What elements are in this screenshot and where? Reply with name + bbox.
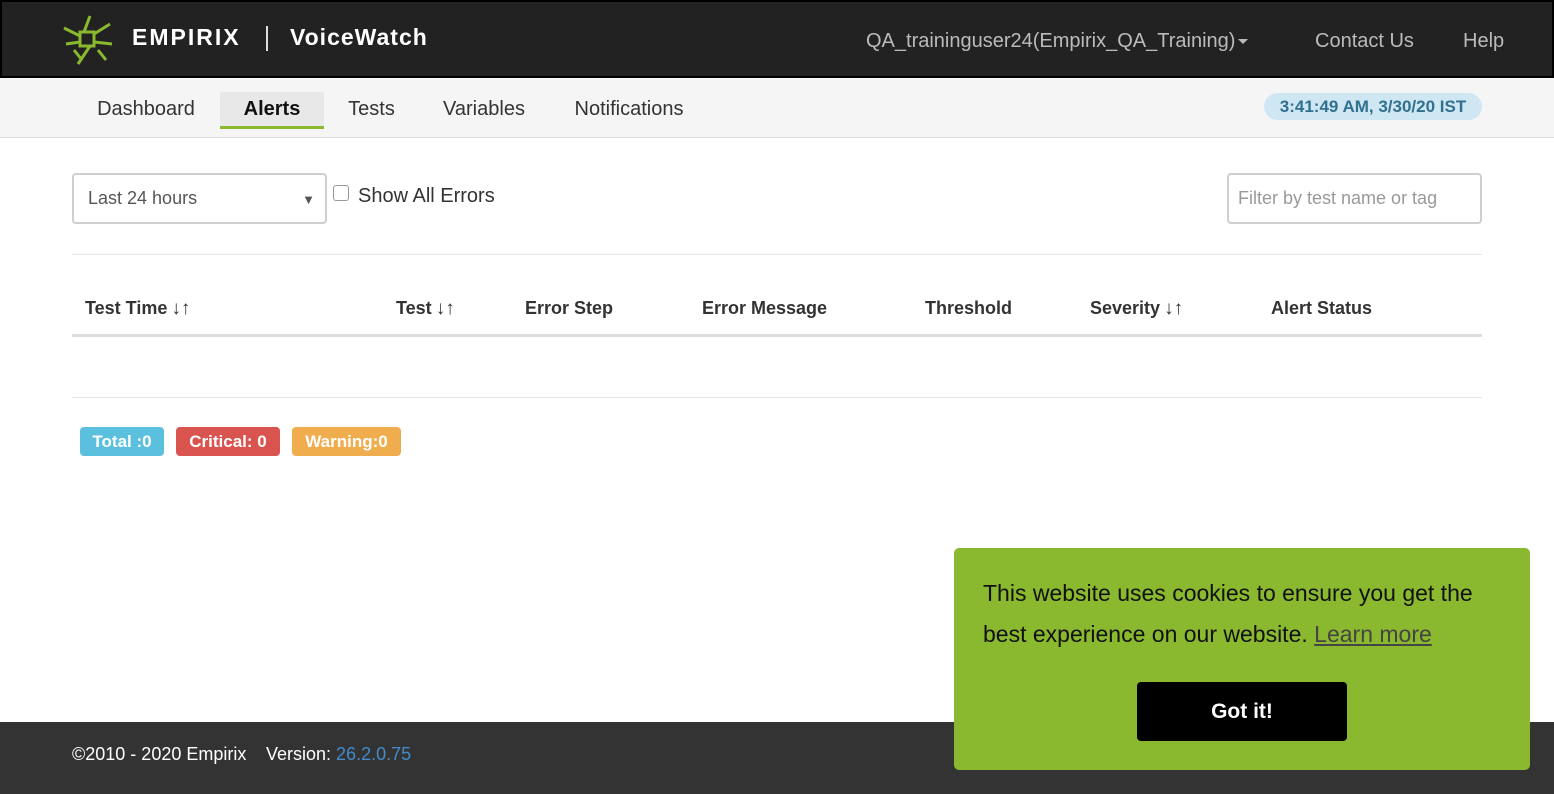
top-header: EMPIRIX VoiceWatch QA_traininguser24(Emp… <box>0 0 1554 78</box>
product-name[interactable]: VoiceWatch <box>290 24 428 51</box>
column-header-test-time[interactable]: Test Time ↓↑ <box>85 298 190 320</box>
version-number: 26.2.0.75 <box>336 744 412 764</box>
total-alerts-badge: Total :0 <box>80 427 164 456</box>
tab-alerts[interactable]: Alerts <box>220 92 324 129</box>
cookie-message: This website uses cookies to ensure you … <box>983 573 1513 655</box>
filter-search-input[interactable] <box>1227 173 1482 224</box>
copyright-text: ©2010 - 2020 Empirix <box>72 744 247 764</box>
column-header-threshold: Threshold <box>925 298 1013 318</box>
tab-dashboard[interactable]: Dashboard <box>83 92 209 129</box>
column-label: Test Time <box>85 298 168 318</box>
column-header-error-step: Error Step <box>525 298 614 318</box>
user-account-label: QA_traininguser24(Empirix_QA_Training) <box>866 30 1236 52</box>
contact-us-link[interactable]: Contact Us <box>1315 30 1414 53</box>
tab-variables[interactable]: Variables <box>430 92 538 129</box>
show-all-errors-label[interactable]: Show All Errors <box>358 185 495 208</box>
warning-alerts-badge: Warning:0 <box>292 427 401 456</box>
column-label: Test <box>396 298 432 318</box>
tab-tests[interactable]: Tests <box>335 92 408 129</box>
sort-icon: ↓↑ <box>171 298 191 319</box>
column-header-severity[interactable]: Severity ↓↑ <box>1090 298 1183 320</box>
caret-down-icon <box>1238 39 1249 45</box>
empirix-logo-icon <box>63 15 113 65</box>
sort-icon: ↓↑ <box>435 298 455 319</box>
cookie-consent-banner: This website uses cookies to ensure you … <box>954 548 1530 770</box>
dropdown-arrow-icon: ▼ <box>302 192 315 207</box>
show-all-errors-checkbox[interactable] <box>333 185 349 201</box>
time-range-select[interactable]: Last 24 hours ▼ <box>72 173 327 224</box>
learn-more-link[interactable]: Learn more <box>1314 621 1432 647</box>
time-range-value: Last 24 hours <box>88 188 198 208</box>
brand-divider <box>266 26 268 51</box>
server-clock-badge: 3:41:49 AM, 3/30/20 IST <box>1264 93 1482 120</box>
critical-alerts-badge: Critical: 0 <box>176 427 280 456</box>
version-label: Version: <box>266 744 337 764</box>
table-header-border <box>72 334 1482 337</box>
column-label: Severity <box>1090 298 1161 318</box>
user-account-dropdown[interactable]: QA_traininguser24(Empirix_QA_Training) <box>866 30 1249 53</box>
table-bottom-border <box>72 397 1482 398</box>
help-link[interactable]: Help <box>1463 30 1504 53</box>
column-header-error-message: Error Message <box>702 298 828 318</box>
column-header-alert-status: Alert Status <box>1271 298 1373 318</box>
version-info: Version: 26.2.0.75 <box>266 744 411 765</box>
sort-icon: ↓↑ <box>1164 298 1184 319</box>
main-nav: Dashboard Alerts Tests Variables Notific… <box>0 78 1554 138</box>
tab-notifications[interactable]: Notifications <box>562 92 696 129</box>
brand-name: EMPIRIX <box>132 24 241 50</box>
cookie-accept-button[interactable]: Got it! <box>1137 682 1347 741</box>
column-header-test[interactable]: Test ↓↑ <box>396 298 455 320</box>
divider <box>72 254 1482 255</box>
